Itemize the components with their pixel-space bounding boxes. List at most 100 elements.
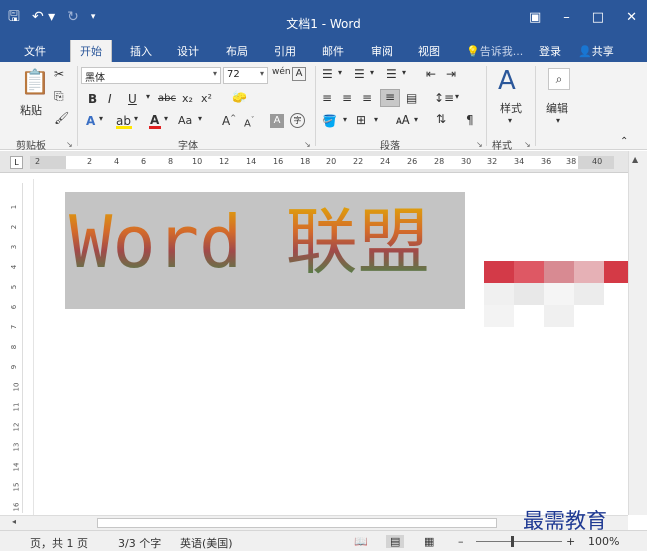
multilevel-dropdown-icon[interactable]: ▾ (402, 68, 406, 77)
multilevel-list-icon[interactable]: ☰ (386, 67, 397, 81)
horizontal-ruler[interactable]: 2 2 4 6 8 10 12 14 16 18 20 22 24 26 28 … (30, 156, 614, 169)
tab-insert[interactable]: 插入 (130, 43, 152, 59)
close-icon[interactable]: ✕ (626, 10, 637, 25)
borders-icon[interactable]: ⊞ (356, 113, 366, 127)
font-name-combo[interactable]: 黑体 ▾ (81, 67, 221, 84)
ruler-tick: 36 (541, 157, 552, 166)
italic-button[interactable]: I (108, 92, 112, 106)
char-border-icon[interactable]: A (292, 67, 306, 81)
sort-icon[interactable]: ⇅ (436, 112, 446, 126)
tab-view[interactable]: 视图 (418, 43, 440, 59)
align-right-icon[interactable]: ≡ (362, 91, 372, 105)
tab-home[interactable]: 开始 (70, 40, 112, 62)
distributed-icon[interactable]: ▤ (406, 91, 417, 105)
paste-icon[interactable]: 📋 (20, 68, 50, 96)
scroll-left-icon[interactable]: ◂ (12, 517, 16, 526)
editing-dropdown-icon[interactable]: ▾ (556, 116, 560, 125)
tab-mailings[interactable]: 邮件 (322, 43, 344, 59)
paragraph-launcher-icon[interactable]: ↘ (476, 140, 483, 149)
paste-button[interactable]: 粘贴 (20, 102, 42, 118)
read-mode-icon[interactable]: 📖 (354, 535, 368, 548)
font-color-dropdown-icon[interactable]: ▾ (164, 114, 168, 123)
cut-icon[interactable]: ✂ (54, 67, 64, 81)
justify-icon[interactable]: ≡ (380, 89, 400, 107)
tab-references[interactable]: 引用 (274, 43, 296, 59)
tab-stop-selector[interactable]: L (10, 156, 23, 169)
document-text[interactable]: Word 联盟 (69, 197, 430, 287)
find-icon[interactable]: ⌕ (548, 68, 570, 90)
increase-indent-icon[interactable]: ⇥ (446, 67, 456, 81)
change-case-button[interactable]: Aa (178, 114, 192, 127)
borders-dropdown-icon[interactable]: ▾ (374, 115, 378, 124)
zoom-level[interactable]: 100% (588, 535, 619, 548)
align-center-icon[interactable]: ≡ (342, 91, 352, 105)
horizontal-scroll-thumb[interactable] (97, 518, 497, 528)
styles-button[interactable]: 样式 (500, 100, 522, 116)
styles-dropdown-icon[interactable]: ▾ (508, 116, 512, 125)
login-button[interactable]: 登录 (539, 43, 561, 59)
chinese-layout-dropdown-icon[interactable]: ▾ (414, 115, 418, 124)
tab-file[interactable]: 文件 (24, 43, 46, 59)
font-color-icon[interactable]: A (150, 113, 159, 127)
collapse-ribbon-icon[interactable]: ⌃ (620, 136, 628, 147)
editing-button[interactable]: 编辑 (546, 100, 568, 116)
zoom-in-icon[interactable]: + (566, 535, 575, 548)
minimize-icon[interactable]: – (563, 10, 570, 25)
word-count[interactable]: 3/3 个字 (118, 535, 161, 551)
ruler-tick: 4 (114, 157, 120, 166)
vertical-scrollbar[interactable]: ▲ (628, 151, 647, 515)
zoom-out-icon[interactable]: – (458, 535, 464, 548)
underline-button[interactable]: U (128, 92, 137, 106)
show-marks-icon[interactable]: ¶ (466, 113, 474, 127)
print-layout-icon[interactable]: ▤ (386, 535, 405, 548)
shrink-font-button[interactable]: Aˇ (244, 116, 254, 129)
font-launcher-icon[interactable]: ↘ (304, 140, 311, 149)
tab-review[interactable]: 审阅 (371, 43, 393, 59)
styles-launcher-icon[interactable]: ↘ (524, 140, 531, 149)
tab-design[interactable]: 设计 (177, 43, 199, 59)
shading-dropdown-icon[interactable]: ▾ (343, 115, 347, 124)
underline-dropdown-icon[interactable]: ▾ (146, 92, 150, 101)
chinese-layout-icon[interactable]: 🗚 (396, 113, 410, 128)
document-page[interactable]: Word 联盟 (33, 179, 647, 515)
grow-font-button[interactable]: A^ (222, 114, 236, 128)
language-indicator[interactable]: 英语(美国) (180, 535, 233, 551)
vertical-ruler[interactable]: 1 2 3 4 5 6 7 8 9 10 11 12 13 14 15 16 (10, 183, 23, 513)
styles-icon[interactable]: A (498, 66, 516, 96)
ribbon-display-icon[interactable]: ▣ (529, 10, 541, 25)
page-count[interactable]: 页，共 1 页 (30, 535, 88, 551)
text-effects-icon[interactable]: A (86, 114, 95, 128)
tell-me-box[interactable]: 💡告诉我... (466, 43, 523, 59)
tab-layout[interactable]: 布局 (226, 43, 248, 59)
share-button[interactable]: 👤共享 (578, 43, 614, 59)
line-spacing-dropdown-icon[interactable]: ▾ (455, 92, 459, 101)
bullets-icon[interactable]: ☰ (322, 67, 333, 81)
shading-icon[interactable]: 🪣 (322, 114, 337, 128)
line-spacing-icon[interactable]: ↕≡ (434, 91, 454, 105)
zoom-slider-thumb[interactable] (511, 536, 514, 547)
clear-formatting-icon[interactable]: 🧽 (232, 90, 247, 104)
strikethrough-button[interactable]: abc (158, 93, 176, 104)
bullets-dropdown-icon[interactable]: ▾ (338, 68, 342, 77)
clipboard-launcher-icon[interactable]: ↘ (66, 140, 73, 149)
subscript-button[interactable]: x₂ (182, 92, 193, 105)
char-shading-button[interactable]: A (270, 114, 284, 128)
decrease-indent-icon[interactable]: ⇤ (426, 67, 436, 81)
change-case-dropdown-icon[interactable]: ▾ (198, 114, 202, 123)
bold-button[interactable]: B (88, 92, 97, 106)
superscript-button[interactable]: x² (201, 92, 212, 105)
web-layout-icon[interactable]: ▦ (424, 535, 434, 548)
align-left-icon[interactable]: ≡ (322, 91, 332, 105)
zoom-slider[interactable] (476, 541, 562, 542)
enclose-char-button[interactable]: 字 (290, 113, 305, 128)
phonetic-guide-icon[interactable]: wén (272, 67, 291, 77)
font-size-combo[interactable]: 72 ▾ (223, 67, 268, 84)
maximize-icon[interactable]: □ (592, 10, 604, 25)
copy-icon[interactable]: ⎘ (54, 89, 64, 104)
numbering-dropdown-icon[interactable]: ▾ (370, 68, 374, 77)
highlight-dropdown-icon[interactable]: ▾ (134, 114, 138, 123)
numbering-icon[interactable]: ☰ (354, 67, 365, 81)
scroll-up-icon[interactable]: ▲ (632, 155, 638, 164)
text-effects-dropdown-icon[interactable]: ▾ (99, 114, 103, 123)
format-painter-icon[interactable]: 🖌 (54, 111, 69, 125)
